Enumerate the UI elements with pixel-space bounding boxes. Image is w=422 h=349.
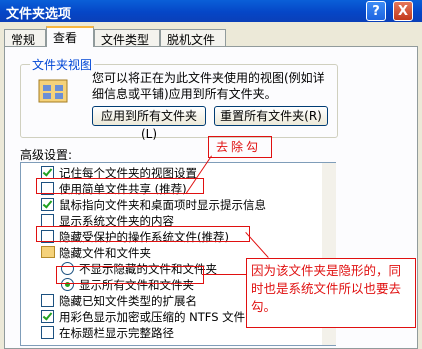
tab-offline-files[interactable]: 脱机文件	[160, 29, 226, 47]
title-bar: 文件夹选项 ? X	[0, 0, 422, 22]
tab-view[interactable]: 查看	[46, 26, 94, 47]
checkbox[interactable]	[41, 326, 54, 339]
annotation-highlight-show-all	[56, 266, 204, 284]
advanced-settings-label: 高级设置:	[20, 148, 73, 162]
window-title: 文件夹选项	[6, 7, 72, 22]
annotation-highlight-simple-sharing	[36, 178, 204, 194]
folder-view-icon	[38, 79, 68, 103]
checkbox[interactable]	[41, 294, 54, 307]
tab-file-types[interactable]: 文件类型	[94, 29, 160, 47]
annotation-remove-check: 去除勾	[216, 140, 262, 154]
annotation-arrow	[202, 274, 246, 275]
help-button[interactable]: ?	[366, 1, 386, 21]
tab-general[interactable]: 常规	[4, 29, 46, 47]
checkbox[interactable]	[41, 310, 54, 323]
close-button[interactable]: X	[393, 1, 413, 21]
annotation-highlight-hide-protected	[36, 226, 250, 242]
folder-icon	[41, 246, 55, 258]
checkbox[interactable]	[41, 198, 54, 211]
folder-view-description: 您可以将正在为此文件夹使用的视图(例如详细信息或平铺)应用到所有文件夹。	[92, 71, 325, 101]
annotation-note: 因为该文件夹是隐形的，同时也是系统文件所以也要去勾。	[246, 258, 416, 328]
reset-all-folders-button[interactable]: 重置所有文件夹(R)	[214, 106, 328, 126]
apply-to-all-folders-button[interactable]: 应用到所有文件夹(L)	[92, 106, 206, 141]
folder-view-label: 文件夹视图	[30, 56, 95, 73]
